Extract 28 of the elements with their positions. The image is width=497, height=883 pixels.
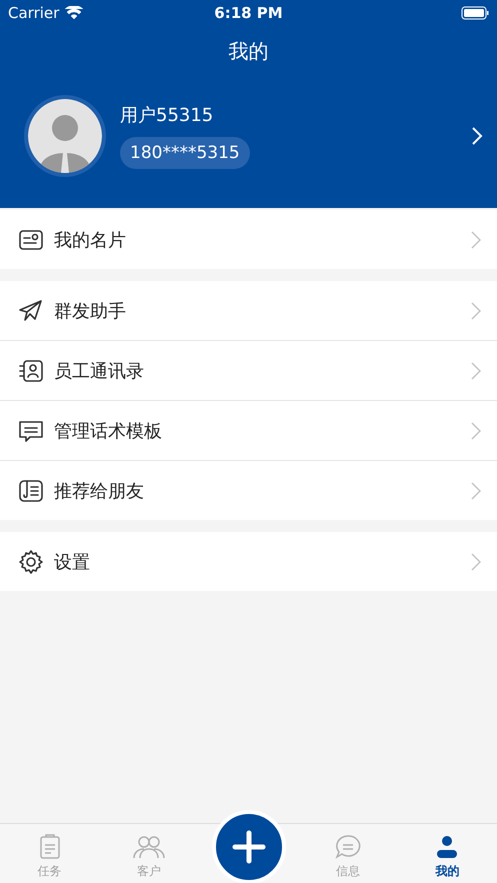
chevron-icon [471, 552, 481, 570]
chat-icon [334, 834, 361, 860]
user-name: 用户55315 [120, 104, 214, 127]
menu-item[interactable]: 管理话术模板 [0, 400, 497, 460]
menu-item[interactable]: 推荐给朋友 [0, 460, 497, 520]
contact-book-icon [18, 358, 44, 384]
chevron-icon [471, 230, 481, 248]
people-icon [132, 834, 166, 860]
wifi-icon [65, 6, 84, 20]
page-title: 我的 [228, 38, 270, 65]
chevron-icon [471, 362, 481, 380]
tab-item[interactable]: 我的 [398, 834, 497, 883]
gear-icon [18, 548, 44, 574]
chevron-icon [471, 482, 481, 500]
menu-item[interactable]: 设置 [0, 532, 497, 591]
paper-plane-icon [18, 298, 44, 324]
carrier-label: Carrier [8, 4, 60, 22]
menu-item[interactable]: 员工通讯录 [0, 340, 497, 400]
document-icon [18, 478, 44, 504]
clock-time: 6:18 PM [214, 4, 283, 22]
menu-item[interactable]: 我的名片 [0, 210, 497, 269]
chevron-icon [471, 302, 481, 320]
phone-number: 180****5315 [120, 137, 250, 169]
menu-item[interactable]: 群发助手 [0, 281, 497, 340]
chevron-icon[interactable] [471, 126, 483, 146]
battery-icon [460, 6, 489, 20]
plus-icon [232, 830, 266, 864]
chevron-icon [471, 422, 481, 440]
